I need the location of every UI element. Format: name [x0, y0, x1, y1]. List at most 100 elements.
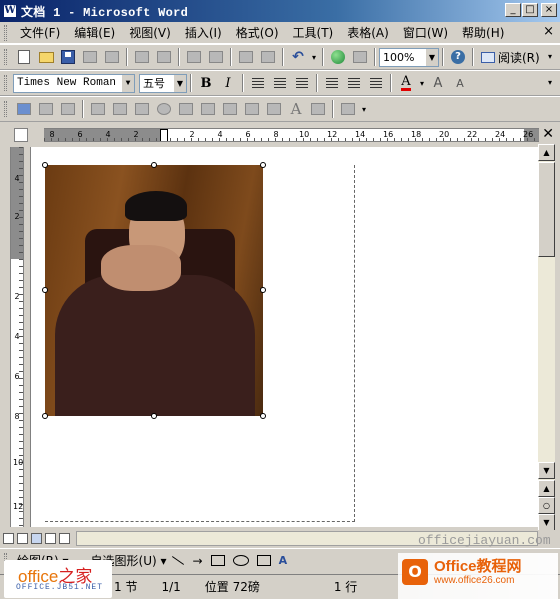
rectangle-tool-icon[interactable] — [210, 555, 225, 566]
toolbar-grip[interactable] — [4, 49, 7, 65]
numbering-button[interactable] — [322, 73, 342, 93]
paste-button[interactable] — [258, 47, 278, 67]
inserted-picture[interactable] — [45, 165, 263, 416]
new-document-button[interactable] — [14, 47, 34, 67]
permission-button[interactable] — [80, 47, 100, 67]
print-button[interactable] — [132, 47, 152, 67]
maximize-button[interactable]: □ — [522, 3, 538, 17]
undo-dropdown[interactable]: ▾ — [310, 47, 318, 67]
menu-window[interactable]: 窗口(W) — [396, 23, 455, 43]
browse-object-button[interactable]: ○ — [538, 497, 555, 514]
menu-tools[interactable]: 工具(T) — [286, 23, 341, 43]
font-name-select[interactable]: Times New Roman ▼ — [13, 73, 135, 93]
align-right-button[interactable] — [292, 73, 312, 93]
tab-selector[interactable] — [14, 128, 28, 142]
font-size-select[interactable]: 五号 ▼ — [139, 73, 187, 93]
spin-button-control[interactable] — [242, 99, 262, 119]
spelling-button[interactable] — [184, 47, 204, 67]
listbox-control-button[interactable] — [176, 99, 196, 119]
minimize-button[interactable]: _ — [505, 3, 521, 17]
menu-help[interactable]: 帮助(H) — [455, 23, 511, 43]
save-button[interactable] — [58, 47, 78, 67]
indent-button[interactable] — [366, 73, 386, 93]
label-control-button[interactable]: A — [286, 99, 306, 119]
bullets-button[interactable] — [344, 73, 364, 93]
zoom-select[interactable]: 100% ▼ — [379, 47, 439, 67]
combobox-control-button[interactable] — [198, 99, 218, 119]
toolbar-grip[interactable] — [4, 101, 7, 117]
resize-handle-bottom-right[interactable] — [260, 413, 266, 419]
textbox-tool-icon[interactable] — [256, 555, 271, 566]
menu-edit[interactable]: 编辑(E) — [67, 23, 122, 43]
hyperlink-button[interactable] — [328, 47, 348, 67]
textbox-control-button[interactable] — [110, 99, 130, 119]
outline-view-button[interactable] — [45, 533, 56, 544]
resize-handle-bottom-left[interactable] — [42, 413, 48, 419]
arrow-tool-icon[interactable]: → — [193, 554, 203, 568]
view-code-button[interactable] — [58, 99, 78, 119]
document-close-button[interactable]: × — [543, 24, 554, 39]
open-button[interactable] — [36, 47, 56, 67]
close-button[interactable]: × — [541, 3, 557, 17]
menu-table[interactable]: 表格(A) — [340, 23, 396, 43]
resize-handle-right[interactable] — [260, 287, 266, 293]
indent-marker[interactable] — [160, 129, 168, 141]
line-tool-icon[interactable] — [171, 556, 184, 565]
toolbar-options-button[interactable]: ▾ — [546, 47, 554, 67]
resize-handle-top-right[interactable] — [260, 162, 266, 168]
email-button[interactable] — [102, 47, 122, 67]
shrink-font-button[interactable]: A — [450, 73, 470, 93]
normal-view-button[interactable] — [3, 533, 14, 544]
wordart-icon[interactable]: A — [279, 554, 288, 567]
print-preview-button[interactable] — [154, 47, 174, 67]
tables-button[interactable] — [350, 47, 370, 67]
research-button[interactable] — [206, 47, 226, 67]
checkbox-control-button[interactable] — [88, 99, 108, 119]
close-icon[interactable]: ✕ — [542, 126, 554, 142]
menu-view[interactable]: 视图(V) — [122, 23, 178, 43]
next-page-button[interactable]: ▼ — [538, 514, 555, 531]
scrollbar-control-button[interactable] — [264, 99, 284, 119]
scroll-down-button[interactable]: ▼ — [538, 462, 555, 479]
command-button-control[interactable] — [132, 99, 152, 119]
toolbar-options-button[interactable]: ▾ — [360, 99, 368, 119]
resize-handle-left[interactable] — [42, 287, 48, 293]
scroll-thumb[interactable] — [538, 162, 555, 257]
toolbar-grip[interactable] — [4, 75, 7, 91]
image-control-button[interactable] — [308, 99, 328, 119]
align-center-button[interactable] — [270, 73, 290, 93]
help-button[interactable]: ? — [448, 47, 468, 67]
read-mode-button[interactable]: 阅读(R) — [477, 49, 544, 66]
print-layout-view-button[interactable] — [31, 533, 42, 544]
toolbar-grip[interactable] — [4, 24, 7, 41]
undo-button[interactable]: ↶ — [288, 47, 308, 67]
font-color-dropdown[interactable]: ▾ — [418, 73, 426, 93]
menu-format[interactable]: 格式(O) — [229, 23, 286, 43]
menu-insert[interactable]: 插入(I) — [178, 23, 229, 43]
align-left-button[interactable] — [248, 73, 268, 93]
design-mode-button[interactable] — [14, 99, 34, 119]
toggle-button-control[interactable] — [220, 99, 240, 119]
more-controls-button[interactable] — [338, 99, 358, 119]
option-button-control[interactable] — [154, 99, 174, 119]
properties-button[interactable] — [36, 99, 56, 119]
scroll-up-button[interactable]: ▲ — [538, 144, 555, 161]
oval-tool-icon[interactable] — [232, 555, 249, 566]
italic-button[interactable]: I — [218, 73, 238, 93]
toolbar-options-button[interactable]: ▾ — [546, 73, 554, 93]
menu-file[interactable]: 文件(F) — [13, 23, 67, 43]
bold-button[interactable]: B — [196, 73, 216, 93]
copy-button[interactable] — [236, 47, 256, 67]
document-canvas[interactable] — [30, 147, 538, 527]
previous-page-button[interactable]: ▲ — [538, 480, 555, 497]
web-layout-view-button[interactable] — [17, 533, 28, 544]
resize-handle-bottom[interactable] — [151, 413, 157, 419]
resize-handle-top-left[interactable] — [42, 162, 48, 168]
reading-layout-view-button[interactable] — [59, 533, 70, 544]
horizontal-ruler[interactable]: 8 6 4 2 2 4 6 8 10 12 14 16 18 20 22 24 … — [44, 128, 539, 142]
vertical-ruler[interactable]: 4 2 2 4 6 8 10 12 — [10, 147, 24, 527]
font-color-button[interactable]: A — [396, 73, 416, 93]
resize-handle-top[interactable] — [151, 162, 157, 168]
vertical-scrollbar[interactable]: ▲ ▼ ▲ ○ ▼ — [538, 144, 555, 532]
grow-font-button[interactable]: A — [428, 73, 448, 93]
